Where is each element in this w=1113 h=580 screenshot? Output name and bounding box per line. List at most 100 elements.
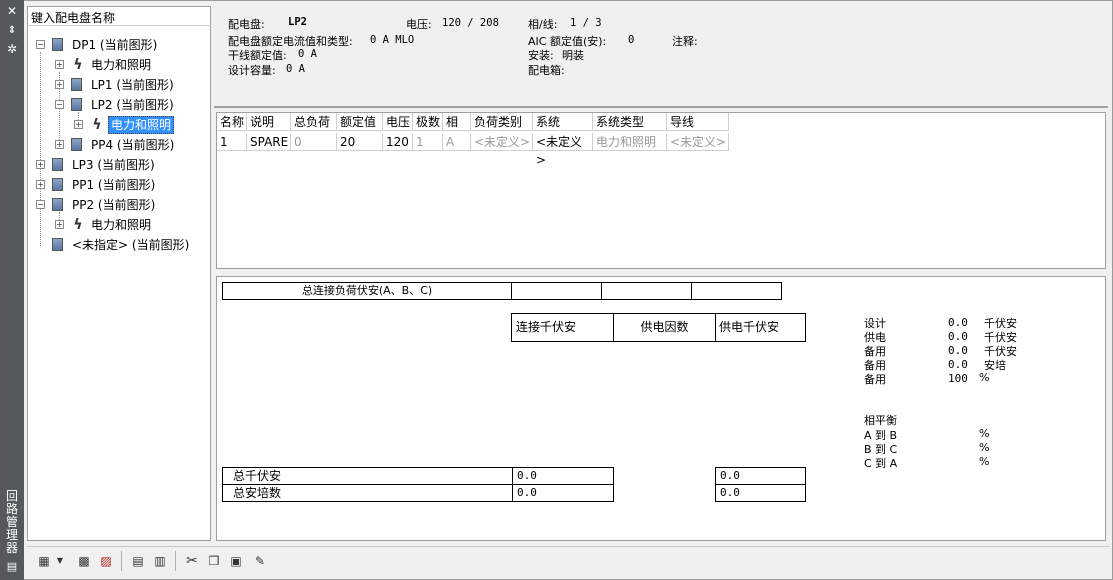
copy-icon[interactable]: ❐ [205, 552, 223, 570]
cell-voltage[interactable]: 120 [383, 133, 413, 151]
mount-label: 安装: [528, 49, 554, 62]
paste-icon[interactable]: ▣ [227, 552, 245, 570]
total-connected-load-label: 总连接负荷伏安(A、B、C) [222, 282, 512, 300]
lightning-bolt-icon: ϟ [92, 117, 102, 133]
cell-load-category[interactable]: <未定义> [471, 133, 533, 151]
tree-node-pp4[interactable]: + PP4 (当前图形) [55, 136, 205, 154]
design-capacity-label: 设计容量: [228, 64, 276, 77]
panel-icon [71, 78, 82, 91]
tree-node-lp3[interactable]: + LP3 (当前图形) [36, 156, 206, 174]
load-summary: 总连接负荷伏安(A、B、C) 连接千伏安 供电因数 供电千伏安 总千伏安 总安培… [216, 276, 1106, 541]
expand-icon[interactable]: + [55, 220, 64, 229]
cell-phase[interactable]: A [443, 133, 471, 151]
toolbar-separator [175, 551, 176, 571]
panel-icon [52, 238, 63, 251]
expand-icon[interactable]: + [55, 80, 64, 89]
collapse-icon[interactable]: − [55, 100, 64, 109]
toolbar-separator [121, 551, 122, 571]
total-kva-demand: 0.0 [715, 467, 806, 485]
expand-icon[interactable]: + [36, 180, 45, 189]
tree-node-power-lighting[interactable]: + ϟ 电力和照明 [55, 56, 205, 74]
dropdown-arrow-icon[interactable]: ▼ [55, 552, 65, 570]
report-icon[interactable]: ▥ [151, 552, 169, 570]
enclosure-label: 配电箱: [528, 64, 565, 77]
cell-wire[interactable]: <未定义> [667, 133, 729, 151]
tree-node-label: LP1 (当前图形) [91, 78, 174, 92]
circuit-grid[interactable]: 名称 说明 总负荷 额定值 电压 极数 相 负荷类别 系统 系统类型 导线 1 … [216, 112, 1106, 269]
column-header-poles[interactable]: 极数 [413, 113, 443, 131]
spare-percent-value: 100 [948, 372, 968, 385]
delete-panel-icon[interactable]: ▨ [97, 552, 115, 570]
tree-node-unassigned[interactable]: <未指定> (当前图形) [36, 236, 206, 254]
tree-node-label: 电力和照明 [91, 218, 152, 232]
cell-total-load: 0 [291, 133, 337, 151]
tree-node-dp1[interactable]: − DP1 (当前图形) [36, 36, 206, 54]
cell-description[interactable]: SPARE [247, 133, 291, 151]
close-icon[interactable]: ✕ [4, 4, 20, 18]
tree-node-pp1[interactable]: + PP1 (当前图形) [36, 176, 206, 194]
design-row-value: 0.0 [948, 316, 968, 329]
bottom-toolbar: ▦ ▼ ▩ ▨ ▤ ▥ ✂ ❐ ▣ ✎ [27, 546, 1109, 576]
panel-label: 配电盘: [228, 18, 265, 31]
column-header-load-category[interactable]: 负荷类别 [471, 113, 533, 131]
properties-edit-icon[interactable]: ✎ [251, 552, 269, 570]
panel-icon [71, 98, 82, 111]
tree-node-pp2[interactable]: − PP2 (当前图形) [36, 196, 206, 214]
tree-node-lp2[interactable]: − LP2 (当前图形) [55, 96, 205, 114]
expand-icon[interactable]: + [74, 120, 83, 129]
total-kva-connected: 0.0 [512, 467, 614, 485]
column-header-wire[interactable]: 导线 [667, 113, 729, 131]
column-header-system[interactable]: 系统 [533, 113, 593, 131]
cell-system[interactable]: <未定义> [533, 133, 593, 167]
spare-amps-value: 0.0 [948, 358, 968, 371]
properties-icon[interactable]: ✲ [4, 42, 20, 56]
notes-label: 注释: [672, 35, 698, 48]
tree-node-label: PP1 (当前图形) [72, 178, 156, 192]
search-input[interactable]: 键入配电盘名称 [27, 6, 211, 26]
edit-panel-icon[interactable]: ▩ [75, 552, 93, 570]
cell-poles[interactable]: 1 [413, 133, 443, 151]
column-header-description[interactable]: 说明 [247, 113, 291, 131]
tree-node-lp1[interactable]: + LP1 (当前图形) [55, 76, 205, 94]
panel-info: 配电盘: LP2 电压: 120 / 208 相/线: 1 / 3 配电盘额定电… [214, 6, 1108, 108]
column-header-name[interactable]: 名称 [217, 113, 247, 131]
panel-icon [52, 178, 63, 191]
tree-node-label: <未指定> (当前图形) [72, 238, 190, 252]
feeder-label: 干线额定值: [228, 49, 287, 62]
column-header-system-type[interactable]: 系统类型 [593, 113, 667, 131]
schedule-icon[interactable]: ▤ [129, 552, 147, 570]
panel-icon [52, 158, 63, 171]
tree-node-label: PP4 (当前图形) [91, 138, 175, 152]
tree-node-label: DP1 (当前图形) [72, 38, 158, 52]
phase-b-load-cell [601, 282, 692, 300]
expand-icon[interactable]: + [55, 140, 64, 149]
column-header-voltage[interactable]: 电压 [383, 113, 413, 131]
phase-balance-title: 相平衡 [864, 414, 897, 427]
cut-icon[interactable]: ✂ [183, 552, 201, 570]
new-panel-icon[interactable]: ▦ [35, 552, 53, 570]
tree-connector [40, 52, 41, 246]
column-header-phase[interactable]: 相 [443, 113, 471, 131]
rating-value: 0 A MLO [370, 34, 415, 46]
tree-node-power-lighting-pp2[interactable]: + ϟ 电力和照明 [55, 216, 205, 234]
total-amps-connected: 0.0 [512, 484, 614, 502]
tree-node-label: 电力和照明 [91, 58, 152, 72]
column-header-rating[interactable]: 额定值 [337, 113, 383, 131]
tree-node-label: LP3 (当前图形) [72, 158, 155, 172]
palette-title: 回 路 管 理 器 [5, 489, 18, 555]
feeder-value: 0 A [298, 48, 317, 60]
auto-hide-icon[interactable]: ⇕ [4, 24, 20, 38]
collapse-icon[interactable]: − [36, 200, 45, 209]
demand-kva-header: 供电千伏安 [715, 313, 806, 342]
tree-node-power-lighting-selected[interactable]: + ϟ 电力和照明 [74, 116, 204, 134]
cell-rating[interactable]: 20 [337, 133, 383, 151]
palette-title-strip[interactable]: ✕ ⇕ ✲ 回 路 管 理 器 ▤ [0, 0, 24, 580]
demand-row-value: 0.0 [948, 330, 968, 343]
cell-system-type[interactable]: 电力和照明 [593, 133, 667, 151]
column-header-total-load[interactable]: 总负荷 [291, 113, 337, 131]
cell-name[interactable]: 1 [217, 133, 247, 151]
collapse-icon[interactable]: − [36, 40, 45, 49]
expand-icon[interactable]: + [55, 60, 64, 69]
panel-icon [52, 38, 63, 51]
expand-icon[interactable]: + [36, 160, 45, 169]
